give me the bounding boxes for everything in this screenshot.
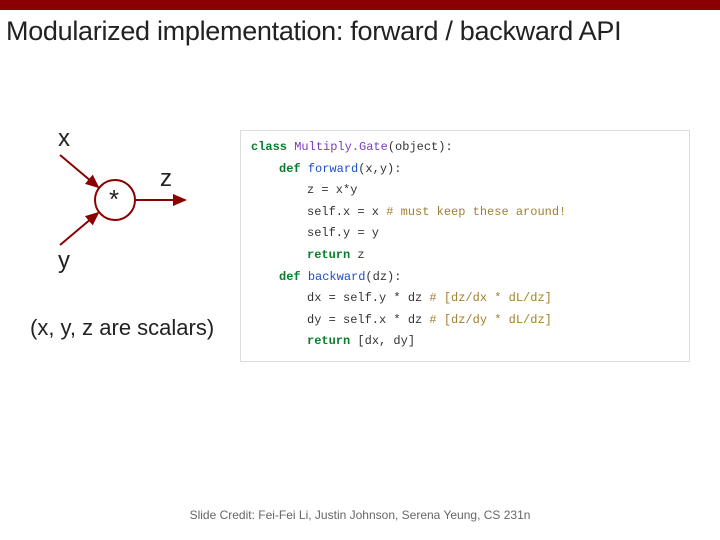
graph-svg (40, 125, 260, 295)
code-line: return [dx, dy] (251, 331, 679, 353)
slide-credit: Slide Credit: Fei-Fei Li, Justin Johnson… (0, 508, 720, 522)
graph-y-label: y (58, 247, 70, 275)
graph-x-label: x (58, 125, 70, 153)
code-block: class Multiply.Gate(object): def forward… (240, 130, 690, 362)
code-line: self.y = y (251, 223, 679, 245)
graph-z-label: z (160, 165, 172, 193)
code-line: dx = self.y * dz # [dz/dx * dL/dz] (251, 288, 679, 310)
code-line: dy = self.x * dz # [dz/dy * dL/dz] (251, 310, 679, 332)
code-line: z = x*y (251, 180, 679, 202)
graph-op-label: * (109, 184, 119, 215)
code-line: def forward(x,y): (251, 159, 679, 181)
slide-title: Modularized implementation: forward / ba… (0, 10, 720, 47)
computation-graph: x y z * (40, 125, 260, 325)
code-line: return z (251, 245, 679, 267)
scalars-note: (x, y, z are scalars) (30, 315, 214, 341)
header-bar (0, 0, 720, 10)
code-line: self.x = x # must keep these around! (251, 202, 679, 224)
code-line: def backward(dz): (251, 267, 679, 289)
code-line: class Multiply.Gate(object): (251, 137, 679, 159)
